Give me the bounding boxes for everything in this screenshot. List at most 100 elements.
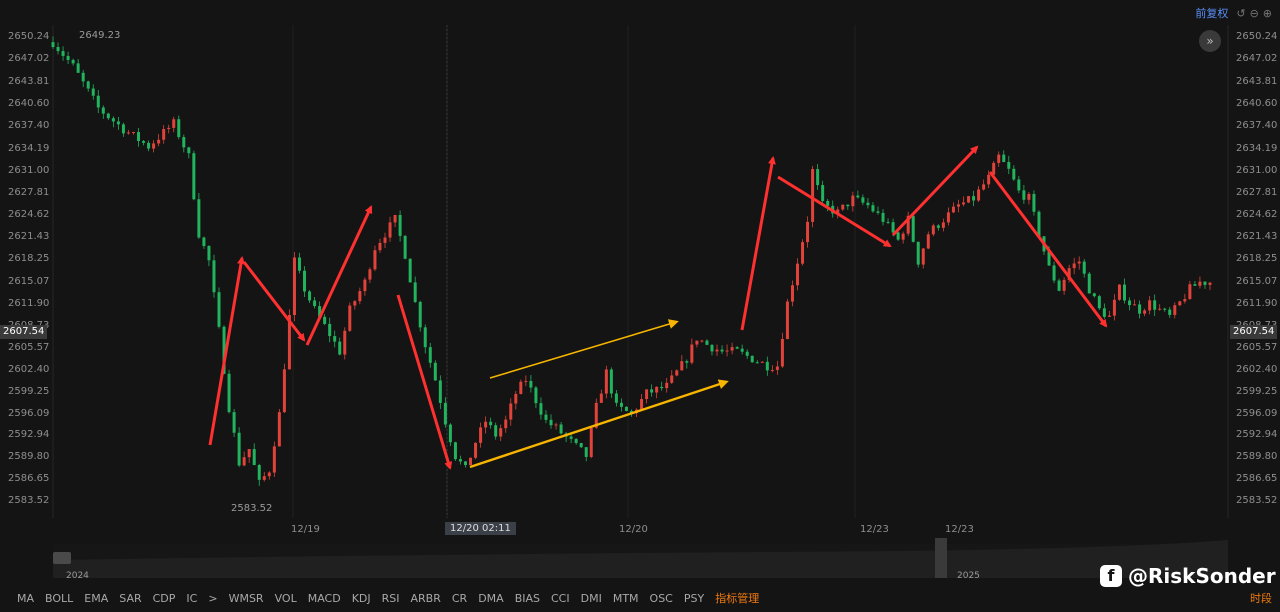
candle-98 <box>544 410 548 424</box>
candle-133 <box>720 345 724 354</box>
candle-194 <box>1027 192 1031 205</box>
candle-140 <box>755 360 759 364</box>
candle-148 <box>796 258 800 291</box>
indicator-ema[interactable]: EMA <box>84 592 108 605</box>
candle-176 <box>936 224 940 231</box>
candle-199 <box>1052 261 1056 284</box>
indicator-bar: MA BOLL EMA SAR CDP IC > WMSR VOL MACD K… <box>0 586 1280 610</box>
indicator-rsi[interactable]: RSI <box>382 592 400 605</box>
candle-119 <box>650 384 654 397</box>
indicator-vol[interactable]: VOL <box>275 592 297 605</box>
candle-30 <box>202 236 206 249</box>
indicator-macd[interactable]: MACD <box>308 592 341 605</box>
candle-223 <box>1173 302 1177 319</box>
candle-21 <box>157 134 161 147</box>
indicator-dmi[interactable]: DMI <box>581 592 602 605</box>
candle-25 <box>177 115 181 140</box>
candle-192 <box>1017 175 1021 194</box>
candle-59 <box>348 302 352 332</box>
indicator-arbr[interactable]: ARBR <box>411 592 441 605</box>
navigator-handle-right[interactable] <box>935 538 947 578</box>
candle-77 <box>438 375 442 410</box>
candle-105 <box>579 442 583 449</box>
candle-160 <box>856 190 860 199</box>
indicator-boll[interactable]: BOLL <box>45 592 73 605</box>
candle-106 <box>584 447 588 462</box>
candle-175 <box>931 223 935 237</box>
indicator-psy[interactable]: PSY <box>684 592 704 605</box>
candle-221 <box>1163 307 1167 312</box>
candle-130 <box>705 339 709 346</box>
candle-206 <box>1087 271 1091 294</box>
candle-15 <box>126 129 130 135</box>
candle-17 <box>137 127 141 147</box>
candle-173 <box>921 247 925 269</box>
candle-12 <box>111 116 115 128</box>
candle-5 <box>76 59 80 74</box>
candle-139 <box>750 355 754 363</box>
candle-153 <box>821 180 825 203</box>
candle-122 <box>665 377 669 393</box>
indicator-kdj[interactable]: KDJ <box>352 592 371 605</box>
candle-54 <box>323 314 327 326</box>
candle-189 <box>1002 150 1006 163</box>
indicator-more-arrow[interactable]: > <box>208 592 217 605</box>
candle-101 <box>559 422 563 435</box>
candle-70 <box>403 235 407 260</box>
candle-60 <box>353 300 357 310</box>
candle-214 <box>1128 297 1132 311</box>
candle-22 <box>162 125 166 144</box>
candle-92 <box>514 390 518 410</box>
candle-134 <box>725 344 729 357</box>
candle-86 <box>484 416 488 434</box>
indicator-dma[interactable]: DMA <box>478 592 504 605</box>
indicator-cci[interactable]: CCI <box>551 592 570 605</box>
indicator-manage-link[interactable]: 指标管理 <box>715 590 759 606</box>
indicator-wmsr[interactable]: WMSR <box>229 592 264 605</box>
candle-125 <box>680 355 684 371</box>
low-price-label: 2583.52 <box>231 503 273 514</box>
candle-3 <box>66 51 70 64</box>
candle-113 <box>619 398 623 412</box>
indicator-cr[interactable]: CR <box>452 592 467 605</box>
candle-9 <box>96 90 100 114</box>
candle-11 <box>106 112 110 121</box>
candle-218 <box>1148 296 1152 315</box>
navigator-handle-left[interactable] <box>53 552 71 564</box>
candle-69 <box>398 210 402 242</box>
candle-109 <box>599 389 603 403</box>
candle-143 <box>770 365 774 373</box>
indicator-bias[interactable]: BIAS <box>515 592 540 605</box>
candle-138 <box>745 349 749 359</box>
candle-50 <box>303 266 307 298</box>
candlestick-chart[interactable] <box>0 0 1280 612</box>
candle-75 <box>428 342 432 368</box>
candle-63 <box>368 267 372 283</box>
candle-110 <box>604 365 608 399</box>
candle-183 <box>972 190 976 207</box>
indicator-ma[interactable]: MA <box>17 592 34 605</box>
candle-190 <box>1007 155 1011 175</box>
candle-95 <box>529 374 533 393</box>
indicator-sar[interactable]: SAR <box>119 592 141 605</box>
candle-65 <box>378 238 382 253</box>
indicator-cdp[interactable]: CDP <box>153 592 176 605</box>
indicator-osc[interactable]: OSC <box>650 592 673 605</box>
candle-39 <box>247 449 251 463</box>
candle-78 <box>443 397 447 428</box>
candle-8 <box>91 84 95 100</box>
indicator-mtm[interactable]: MTM <box>613 592 639 605</box>
candle-177 <box>941 218 945 232</box>
time-share-link[interactable]: 时段 <box>1250 590 1272 606</box>
trend-arrow-red-4 <box>740 156 776 331</box>
candle-207 <box>1092 292 1096 298</box>
candle-161 <box>861 194 865 206</box>
candle-147 <box>790 280 794 307</box>
candle-149 <box>801 239 805 266</box>
candle-31 <box>207 245 211 267</box>
candle-142 <box>765 356 769 376</box>
candle-55 <box>328 317 332 343</box>
candle-29 <box>197 193 201 239</box>
indicator-ic[interactable]: IC <box>186 592 197 605</box>
candle-126 <box>685 359 689 369</box>
